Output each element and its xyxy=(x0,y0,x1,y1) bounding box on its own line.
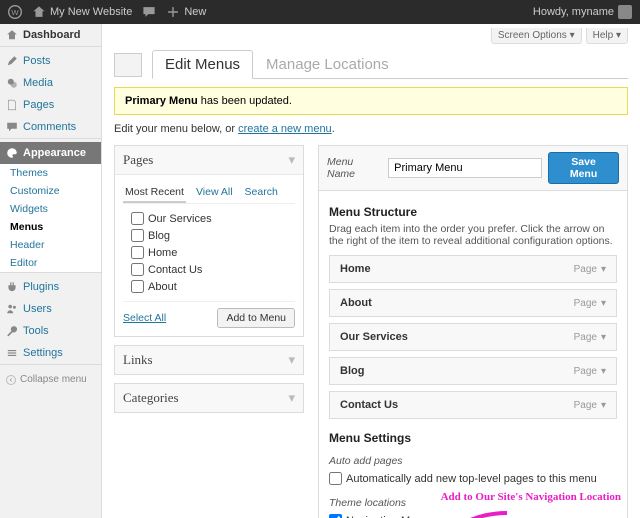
wp-logo[interactable]: W xyxy=(8,5,22,19)
sidebar-users[interactable]: Users xyxy=(0,298,101,320)
avatar xyxy=(618,5,632,19)
site-name-link[interactable]: My New Website xyxy=(32,5,132,19)
site-name: My New Website xyxy=(50,6,132,18)
menu-structure-heading: Menu Structure xyxy=(329,205,617,219)
sub-customize[interactable]: Customize xyxy=(0,182,101,200)
chevron-down-icon: ▾ xyxy=(601,264,606,275)
sidebar-plugins[interactable]: Plugins xyxy=(0,276,101,298)
theme-locations-label: Theme locations xyxy=(329,497,617,509)
admin-bar: W My New Website New Howdy, myname xyxy=(0,0,640,24)
collapse-menu[interactable]: ‹Collapse menu xyxy=(0,368,101,391)
menu-name-label: Menu Name xyxy=(327,156,382,180)
metabox-links-toggle[interactable]: Links▾ xyxy=(115,346,303,374)
page-check-home[interactable]: Home xyxy=(123,244,295,261)
page-check-blog[interactable]: Blog xyxy=(123,227,295,244)
svg-text:W: W xyxy=(11,8,19,17)
menu-item[interactable]: HomePage▾ xyxy=(329,255,617,283)
screen-icon xyxy=(114,53,142,77)
menu-item[interactable]: BlogPage▾ xyxy=(329,357,617,385)
menu-structure-desc: Drag each item into the order you prefer… xyxy=(329,223,617,247)
sidebar-dashboard[interactable]: Dashboard xyxy=(0,24,101,46)
subtab-recent[interactable]: Most Recent xyxy=(123,183,186,203)
metabox-pages-toggle[interactable]: Pages▾ xyxy=(115,146,303,174)
tab-manage-locations[interactable]: Manage Locations xyxy=(253,50,402,79)
nav-tabs: Edit Menus Manage Locations xyxy=(152,50,628,79)
menu-name-input[interactable] xyxy=(388,158,542,178)
comments-bubble[interactable] xyxy=(142,5,156,19)
main-content: Screen Options ▾ Help ▾ Edit Menus Manag… xyxy=(102,24,640,518)
sidebar-posts[interactable]: Posts xyxy=(0,50,101,72)
help-toggle[interactable]: Help ▾ xyxy=(586,28,628,44)
sidebar-pages[interactable]: Pages xyxy=(0,94,101,116)
sidebar-appearance[interactable]: Appearance xyxy=(0,142,101,164)
subtab-viewall[interactable]: View All xyxy=(194,183,235,203)
auto-add-checkbox-row[interactable]: Automatically add new top-level pages to… xyxy=(329,470,617,487)
menu-settings-heading: Menu Settings xyxy=(329,431,617,445)
admin-sidebar: Dashboard Posts Media Pages Comments App… xyxy=(0,24,102,518)
new-content[interactable]: New xyxy=(166,5,206,19)
howdy[interactable]: Howdy, myname xyxy=(533,5,632,19)
chevron-down-icon: ▾ xyxy=(288,352,295,368)
page-check-contact[interactable]: Contact Us xyxy=(123,261,295,278)
sidebar-settings[interactable]: Settings xyxy=(0,342,101,364)
sub-widgets[interactable]: Widgets xyxy=(0,200,101,218)
menu-item[interactable]: Our ServicesPage▾ xyxy=(329,323,617,351)
sub-menus[interactable]: Menus xyxy=(0,218,101,236)
select-all-link[interactable]: Select All xyxy=(123,312,166,324)
chevron-down-icon: ▾ xyxy=(601,366,606,377)
sub-themes[interactable]: Themes xyxy=(0,164,101,182)
navigation-menu-checkbox[interactable] xyxy=(329,514,342,518)
navigation-menu-checkbox-row[interactable]: Navigation Menu xyxy=(329,512,617,518)
create-new-menu-link[interactable]: create a new menu xyxy=(238,123,332,135)
metabox-categories-toggle[interactable]: Categories▾ xyxy=(115,384,303,412)
chevron-down-icon: ▾ xyxy=(601,298,606,309)
sub-editor[interactable]: Editor xyxy=(0,254,101,272)
screen-options-toggle[interactable]: Screen Options ▾ xyxy=(491,28,582,44)
sidebar-tools[interactable]: Tools xyxy=(0,320,101,342)
tab-edit-menus[interactable]: Edit Menus xyxy=(152,50,253,79)
page-check-our-services[interactable]: Our Services xyxy=(123,210,295,227)
metabox-categories: Categories▾ xyxy=(114,383,304,413)
metabox-links: Links▾ xyxy=(114,345,304,375)
chevron-down-icon: ▾ xyxy=(601,332,606,343)
chevron-down-icon: ▾ xyxy=(601,400,606,411)
sub-header[interactable]: Header xyxy=(0,236,101,254)
auto-add-label: Auto add pages xyxy=(329,455,617,467)
sidebar-comments[interactable]: Comments xyxy=(0,116,101,138)
intro-text: Edit your menu below, or create a new me… xyxy=(114,123,628,135)
auto-add-checkbox[interactable] xyxy=(329,472,342,485)
subtab-search[interactable]: Search xyxy=(243,183,280,203)
menu-item[interactable]: Contact UsPage▾ xyxy=(329,391,617,419)
add-to-menu-button[interactable]: Add to Menu xyxy=(217,308,295,328)
page-check-about[interactable]: About xyxy=(123,278,295,295)
chevron-down-icon: ▾ xyxy=(288,152,295,168)
chevron-down-icon: ▾ xyxy=(288,390,295,406)
menu-item[interactable]: AboutPage▾ xyxy=(329,289,617,317)
update-notice: Primary Menu has been updated. xyxy=(114,87,628,115)
sidebar-media[interactable]: Media xyxy=(0,72,101,94)
menu-edit-panel: Menu Name Save Menu Menu Structure Drag … xyxy=(318,145,628,518)
save-menu-top-button[interactable]: Save Menu xyxy=(548,152,619,184)
metabox-pages: Pages▾ Most Recent View All Search Our S… xyxy=(114,145,304,337)
